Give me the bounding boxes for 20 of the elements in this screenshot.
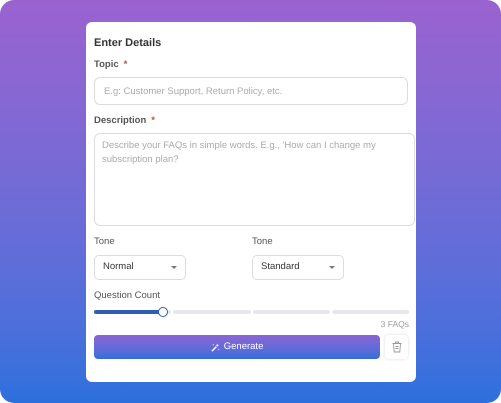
caret-icon [329, 266, 335, 270]
input-field[interactable]: E.g: Customer Support, Return Policy, etc. [94, 77, 408, 105]
required-mark: * [151, 115, 155, 127]
dropdown[interactable]: Standard [252, 255, 344, 280]
form-title: Enter Details [94, 36, 162, 50]
required-mark: * [124, 59, 128, 71]
caret-icon [171, 266, 177, 270]
slider-thumb[interactable] [158, 307, 168, 317]
count-reading: 3 FAQs [380, 319, 409, 330]
text-area[interactable]: Describe your FAQs in simple words. E.g., 'How can I change my subscription plan? [94, 133, 415, 226]
dropdown[interactable]: Normal [94, 255, 186, 280]
field-label: Topic [94, 59, 119, 71]
select-label: Tone [94, 236, 116, 248]
field-label: Description [94, 115, 146, 127]
select-label: Tone [252, 236, 274, 248]
magic-wand-icon [210, 342, 220, 352]
generate-button[interactable]: Generate [94, 335, 380, 359]
delete-button[interactable] [385, 335, 408, 359]
slider-label: Question Count [94, 290, 162, 302]
trash-icon [392, 341, 402, 353]
